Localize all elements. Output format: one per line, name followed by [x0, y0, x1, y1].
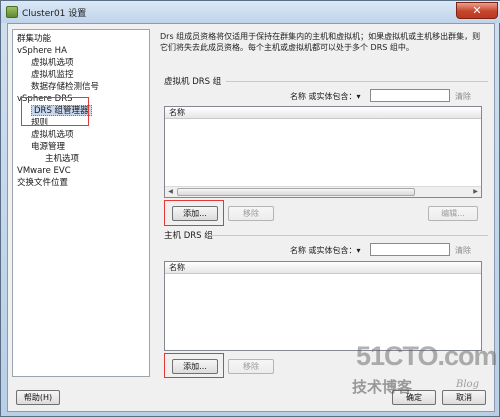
close-button[interactable]: ✕	[456, 2, 498, 19]
scroll-right-icon[interactable]: ▶	[470, 187, 481, 197]
tree-item-vmware-evc[interactable]: VMware EVC	[17, 166, 71, 177]
highlight-annotation	[164, 200, 224, 226]
vm-groups-list[interactable]: 名称 ◀ ▶	[164, 106, 482, 198]
watermark-site: 51CTO.com	[356, 341, 498, 371]
vm-groups-title: 虚拟机 DRS 组	[164, 77, 222, 87]
drs-group-manager-panel: Drs 组成员资格将仅适用于保持在群集内的主机和虚拟机；如果虚拟机或主机移出群集…	[156, 28, 492, 378]
tree-item-vm-monitoring[interactable]: 虚拟机监控	[31, 70, 74, 81]
vm-clear-link[interactable]: 清除	[455, 91, 471, 102]
site-watermark: 51CTO.com 技术博客 Blog	[346, 341, 498, 411]
host-groups-divider	[208, 235, 488, 236]
host-remove-button[interactable]: 移除	[228, 359, 274, 374]
vm-groups-divider	[226, 81, 488, 82]
host-name-column-header[interactable]: 名称	[165, 262, 481, 274]
settings-tree: 群集功能 vSphere HA 虚拟机选项 虚拟机监控 数据存储检测信号 vSp…	[12, 29, 150, 377]
tree-item-ha-vm-options[interactable]: 虚拟机选项	[31, 58, 74, 69]
window-title: Cluster01 设置	[22, 9, 87, 19]
watermark-blog: Blog	[456, 379, 479, 390]
tree-item-datastore-heartbeat[interactable]: 数据存储检测信号	[31, 82, 99, 93]
scroll-thumb[interactable]	[177, 188, 415, 196]
highlight-annotation	[164, 353, 224, 378]
cluster-icon	[6, 6, 18, 18]
help-button[interactable]: 帮助(H)	[16, 390, 60, 405]
tree-item-power-management[interactable]: 电源管理	[31, 142, 65, 153]
host-filter-input[interactable]	[370, 243, 450, 256]
tree-item-drs-vm-options[interactable]: 虚拟机选项	[31, 130, 74, 141]
vm-edit-button[interactable]: 编辑...	[428, 206, 478, 221]
watermark-tagline: 技术博客	[352, 378, 413, 396]
tree-item-swapfile-location[interactable]: 交换文件位置	[17, 178, 68, 189]
scroll-left-icon[interactable]: ◀	[165, 187, 176, 197]
host-groups-list[interactable]: 名称	[164, 261, 482, 351]
tree-item-cluster-features[interactable]: 群集功能	[17, 34, 51, 45]
vm-filter-input[interactable]	[370, 89, 450, 102]
tree-item-host-options[interactable]: 主机选项	[45, 154, 79, 165]
vm-name-column-header[interactable]: 名称	[165, 107, 481, 119]
description-text: Drs 组成员资格将仅适用于保持在群集内的主机和虚拟机；如果虚拟机或主机移出群集…	[160, 32, 481, 52]
settings-dialog: Cluster01 设置 ✕ 群集功能 vSphere HA 虚拟机选项 虚拟机…	[0, 0, 500, 417]
title-bar[interactable]: Cluster01 设置 ✕	[1, 1, 500, 23]
vm-list-scrollbar[interactable]: ◀ ▶	[165, 186, 481, 197]
host-clear-link[interactable]: 清除	[455, 245, 471, 256]
vm-remove-button[interactable]: 移除	[228, 206, 274, 221]
host-filter-label[interactable]: 名称 或实体包含：▾	[290, 245, 361, 256]
tree-item-vsphere-ha[interactable]: vSphere HA	[17, 46, 67, 57]
highlight-annotation	[21, 97, 89, 126]
vm-filter-label[interactable]: 名称 或实体包含：▾	[290, 91, 361, 102]
host-groups-title: 主机 DRS 组	[164, 231, 213, 241]
